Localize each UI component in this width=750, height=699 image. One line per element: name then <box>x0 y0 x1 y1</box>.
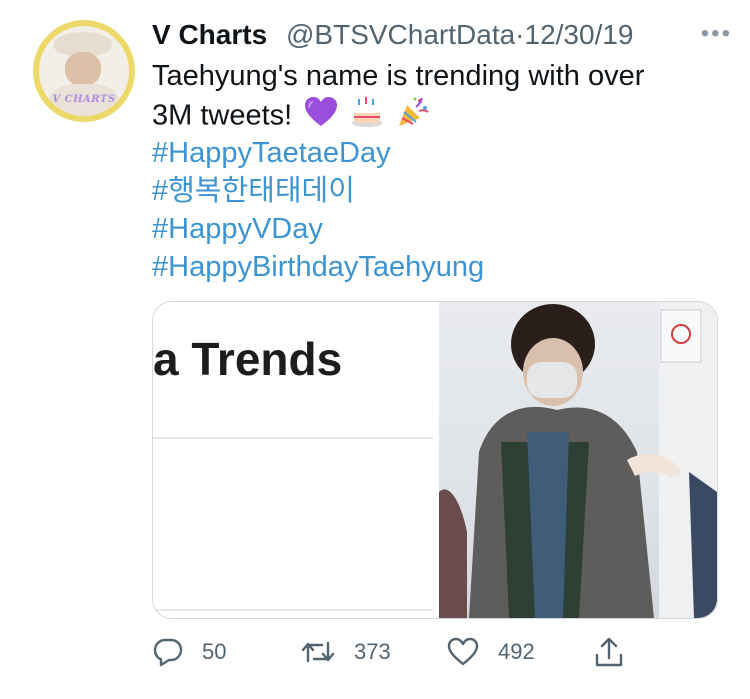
author-handle-date[interactable]: @BTSVChartData·12/30/19 <box>286 19 634 51</box>
heart-icon <box>446 636 480 668</box>
reply-count: 50 <box>202 639 227 664</box>
tweet-text-line-1: Taehyung's name is trending with over <box>152 60 645 92</box>
reply-icon <box>152 636 184 668</box>
avatar-logo-text: V CHARTS <box>52 94 116 105</box>
hashtag-list: #HappyTaetaeDay #행복한태태데이 #HappyVDay #Hap… <box>152 134 484 286</box>
retweet-icon <box>300 636 336 668</box>
retweet-count: 373 <box>354 639 391 664</box>
author-name[interactable]: V Charts <box>152 19 267 51</box>
photo-illustration <box>439 302 717 618</box>
reply-button[interactable]: 50 <box>152 632 226 672</box>
purple-heart-icon <box>304 96 338 138</box>
hashtag-link[interactable]: #HappyBirthdayTaehyung <box>152 248 484 286</box>
tweet-text: Taehyung's name is trending with over 3M… <box>152 57 644 133</box>
retweet-button[interactable]: 373 <box>300 632 391 672</box>
separator: · <box>515 19 525 50</box>
trends-divider <box>153 437 433 439</box>
tweet-text-line-2: 3M tweets! <box>152 95 644 133</box>
share-button[interactable] <box>592 632 626 672</box>
hashtag-link[interactable]: #행복한태태데이 <box>152 172 484 210</box>
media-image-photo[interactable] <box>439 302 717 618</box>
avatar-face-shape <box>65 52 101 86</box>
trends-divider <box>153 609 433 611</box>
trends-screenshot-text: a Trends <box>153 333 343 385</box>
media-image-trends-screenshot[interactable]: a Trends <box>153 302 438 618</box>
birthday-cake-icon <box>350 95 384 139</box>
like-button[interactable]: 492 <box>446 632 535 672</box>
avatar[interactable]: V CHARTS <box>33 20 135 122</box>
author-handle[interactable]: @BTSVChartData <box>286 19 515 50</box>
share-icon <box>592 635 626 669</box>
more-options-icon[interactable]: ••• <box>701 20 732 48</box>
hashtag-link[interactable]: #HappyVDay <box>152 210 484 248</box>
media-attachment[interactable]: a Trends <box>152 301 718 619</box>
tweet-actions: 50 373 492 <box>152 632 712 672</box>
avatar-photo: V CHARTS <box>39 26 129 116</box>
tweet-date[interactable]: 12/30/19 <box>525 19 634 50</box>
tweet-header: V Charts @BTSVChartData·12/30/19 ••• <box>152 14 732 54</box>
like-count: 492 <box>498 639 535 664</box>
tweet-text-line-2-text: 3M tweets! <box>152 99 293 132</box>
hashtag-link[interactable]: #HappyTaetaeDay <box>152 134 484 172</box>
party-popper-icon <box>396 95 430 139</box>
